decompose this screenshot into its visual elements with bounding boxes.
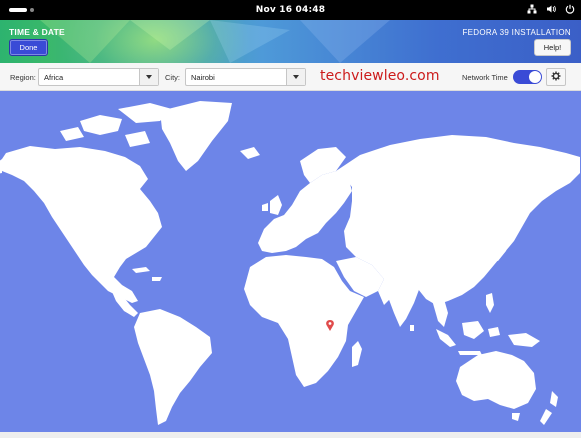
continents [0,101,580,425]
landmass-arctic-islands [60,103,172,147]
landmass-tasmania [512,413,520,421]
landmass-north-america [2,146,162,303]
clock[interactable]: Nov 16 04:48 [0,5,581,15]
network-time-switch[interactable] [513,70,542,84]
landmass-india [388,279,420,327]
help-button[interactable]: Help! [534,39,571,56]
network-wired-icon [527,4,537,14]
landmass-greenland [160,101,232,171]
world-map[interactable] [0,91,581,432]
chevron-down-icon [146,75,152,79]
bottom-strip [0,432,581,438]
gear-icon [551,71,561,83]
city-combobox[interactable]: Nairobi [185,68,306,86]
landmass-new-guinea [508,333,540,347]
watermark-text: techviewleo.com [320,68,440,84]
top-bar: Nov 16 04:48 [0,0,581,20]
timezone-map[interactable] [0,91,581,432]
landmass-alaska [0,159,2,174]
landmass-sri-lanka [410,325,414,331]
city-label: City: [165,73,180,82]
landmass-new-zealand [540,391,558,425]
product-title: FEDORA 39 INSTALLATION [462,28,571,37]
region-label: Region: [10,73,36,82]
landmass-philippines [486,293,494,313]
region-combobox[interactable]: Africa [38,68,159,86]
city-dropdown-button[interactable] [286,69,305,85]
network-time-label: Network Time [462,73,508,82]
landmass-madagascar [352,341,362,367]
chevron-down-icon [293,75,299,79]
switch-knob [529,71,541,83]
power-icon [565,4,575,14]
landmass-iceland [240,147,260,159]
installer-window: TIME & DATE Done FEDORA 39 INSTALLATION … [0,20,581,438]
city-value: Nairobi [191,73,215,82]
landmass-british-isles [262,195,282,215]
landmass-indonesia [436,321,500,355]
landmass-australia [456,351,536,409]
ntp-config-button[interactable] [546,68,566,86]
region-value: Africa [44,73,64,82]
timezone-toolbar: Region: Africa City: Nairobi techviewleo… [0,63,581,91]
header-pattern [40,20,390,63]
landmass-caribbean [132,267,162,281]
region-dropdown-button[interactable] [139,69,158,85]
landmass-south-america [134,309,212,425]
spoke-title: TIME & DATE [9,27,65,37]
spoke-header: TIME & DATE Done FEDORA 39 INSTALLATION … [0,20,581,63]
done-button[interactable]: Done [9,39,48,56]
system-tray[interactable] [527,4,575,14]
volume-icon [546,4,556,14]
